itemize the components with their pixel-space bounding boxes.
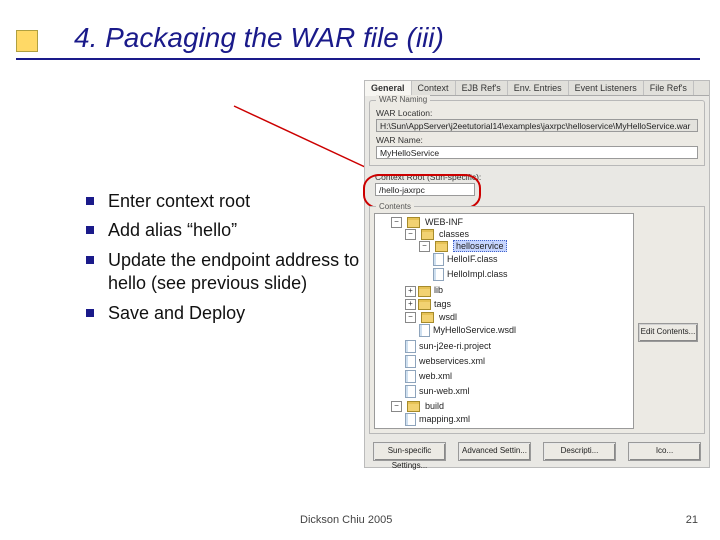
tree-leaf[interactable]: mapping.xml <box>405 412 631 427</box>
tree-label: wsdl <box>439 312 457 322</box>
tree-label: web.xml <box>419 371 452 381</box>
tree-label: HelloImpl.class <box>447 269 508 279</box>
contents-tree[interactable]: − WEB-INF − classes − hel <box>374 213 634 429</box>
file-icon <box>433 268 444 281</box>
expand-icon[interactable]: − <box>405 229 416 240</box>
expand-icon[interactable]: − <box>419 241 430 252</box>
contents-group: Contents − WEB-INF − classes − <box>369 206 705 434</box>
file-icon <box>405 385 416 398</box>
tab-event-listeners[interactable]: Event Listeners <box>569 81 644 95</box>
war-location-field[interactable]: H:\Sun\AppServer\j2eetutorial14\examples… <box>376 119 698 132</box>
tree-node[interactable]: − helloservice HelloIF.class HelloImpl.c… <box>419 240 631 283</box>
war-naming-label: WAR Naming <box>376 95 430 104</box>
context-root-label: Context Root (Sun-specific): <box>375 172 699 182</box>
context-root-area: Context Root (Sun-specific): /hello-jaxr… <box>369 170 705 202</box>
war-location-label: WAR Location: <box>376 108 698 118</box>
tree-label: lib <box>434 285 443 295</box>
expand-icon[interactable]: − <box>391 217 402 228</box>
footer-page: 21 <box>686 514 698 526</box>
folder-icon <box>418 286 431 297</box>
expand-icon[interactable]: − <box>405 312 416 323</box>
war-name-field[interactable]: MyHelloService <box>376 146 698 159</box>
sun-specific-button[interactable]: Sun-specific Settings... <box>373 442 446 461</box>
tab-strip: General Context EJB Ref's Env. Entries E… <box>365 81 709 96</box>
tree-label: MyHelloService.wsdl <box>433 325 516 335</box>
edit-contents-button[interactable]: Edit Contents... <box>638 323 698 342</box>
title-accent-square <box>16 30 38 52</box>
file-icon <box>405 340 416 353</box>
tree-leaf[interactable]: HelloImpl.class <box>433 267 631 282</box>
tree-node-build[interactable]: − build mapping.xml <box>391 400 631 428</box>
war-name-label: WAR Name: <box>376 135 698 145</box>
embedded-screenshot: General Context EJB Ref's Env. Entries E… <box>364 80 710 468</box>
expand-icon[interactable]: + <box>405 299 416 310</box>
tree-node-web-inf[interactable]: − WEB-INF − classes − hel <box>391 216 631 400</box>
tree-label: classes <box>439 229 469 239</box>
file-icon <box>419 324 430 337</box>
tree-label: sun-web.xml <box>419 386 470 396</box>
tree-leaf[interactable]: sun-web.xml <box>405 384 631 399</box>
folder-icon <box>421 229 434 240</box>
bullet-item: Add alias “hello” <box>84 219 374 242</box>
tree-leaf[interactable]: MyHelloService.wsdl <box>419 323 631 338</box>
footer-author: Dickson Chiu 2005 <box>300 514 392 526</box>
slide-title: 4. Packaging the WAR file (iii) <box>74 22 444 54</box>
tree-label: helloservice <box>453 240 507 252</box>
expand-icon[interactable]: − <box>391 401 402 412</box>
tree-label: sun-j2ee-ri.project <box>419 341 491 351</box>
folder-icon <box>407 401 420 412</box>
title-underline <box>16 58 700 60</box>
expand-icon[interactable]: + <box>405 286 416 297</box>
file-icon <box>405 413 416 426</box>
tab-env-entries[interactable]: Env. Entries <box>508 81 569 95</box>
tab-ejb-refs[interactable]: EJB Ref's <box>456 81 508 95</box>
file-icon <box>405 355 416 368</box>
tree-label: webservices.xml <box>419 356 485 366</box>
advanced-settin-button[interactable]: Advanced Settin... <box>458 442 531 461</box>
tree-leaf[interactable]: sun-j2ee-ri.project <box>405 339 631 354</box>
tree-label: HelloIF.class <box>447 254 498 264</box>
tree-node[interactable]: + lib <box>405 284 631 297</box>
ico-button[interactable]: Ico... <box>628 442 701 461</box>
tree-leaf[interactable]: HelloIF.class <box>433 252 631 267</box>
folder-icon <box>421 312 434 323</box>
bullet-item: Update the endpoint address to hello (se… <box>84 249 374 296</box>
tab-file-refs[interactable]: File Ref's <box>644 81 694 95</box>
tree-node[interactable]: + tags <box>405 298 631 311</box>
tree-leaf[interactable]: webservices.xml <box>405 354 631 369</box>
file-icon <box>433 253 444 266</box>
bullet-item: Save and Deploy <box>84 302 374 325</box>
tree-label: build <box>425 401 444 411</box>
bottom-button-bar: Sun-specific Settings... Advanced Settin… <box>365 438 709 467</box>
tree-leaf[interactable]: web.xml <box>405 369 631 384</box>
war-naming-group: WAR Naming WAR Location: H:\Sun\AppServe… <box>369 100 705 166</box>
folder-icon <box>418 299 431 310</box>
tab-general[interactable]: General <box>365 81 412 96</box>
bullet-list: Enter context root Add alias “hello” Upd… <box>44 190 374 331</box>
file-icon <box>405 370 416 383</box>
contents-group-label: Contents <box>376 202 414 211</box>
bullet-item: Enter context root <box>84 190 374 213</box>
folder-icon <box>407 217 420 228</box>
tree-node[interactable]: − wsdl MyHelloService.wsdl <box>405 311 631 339</box>
folder-icon <box>435 241 448 252</box>
context-root-field[interactable]: /hello-jaxrpc <box>375 183 475 196</box>
descripti-button[interactable]: Descripti... <box>543 442 616 461</box>
tab-context[interactable]: Context <box>412 81 456 95</box>
tree-label: tags <box>434 299 451 309</box>
tree-label: WEB-INF <box>425 217 463 227</box>
tree-label: mapping.xml <box>419 414 470 424</box>
tree-node[interactable]: − classes − helloservice HelloIF.class <box>405 228 631 284</box>
